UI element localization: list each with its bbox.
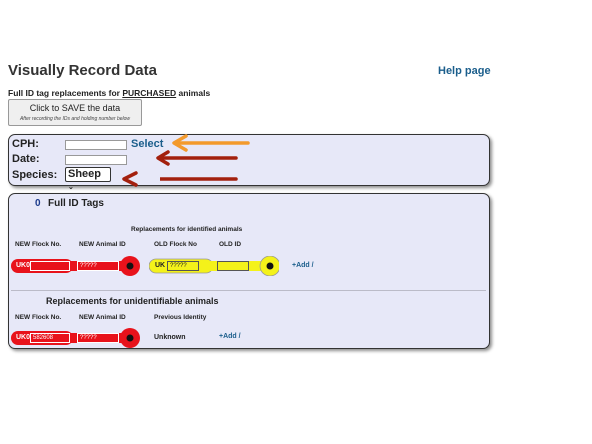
col-previous-identity: Previous Identity — [154, 314, 207, 321]
page-title: Visually Record Data — [8, 62, 157, 79]
tags-heading: Full ID Tags — [48, 198, 104, 209]
col-new-animal: NEW Animal ID — [79, 241, 126, 248]
col-new-animal-2: NEW Animal ID — [79, 314, 126, 321]
new-flock-input[interactable] — [30, 261, 70, 271]
section-divider — [11, 290, 486, 291]
species-select[interactable]: Sheep ⌄ — [65, 167, 111, 191]
identified-heading: Replacements for identified animals — [131, 226, 243, 233]
annotation-arrows — [160, 134, 250, 181]
new-flock-input-2[interactable]: 582608 — [30, 333, 70, 343]
date-input[interactable] — [65, 155, 127, 165]
new-animal-input-2[interactable]: ????? — [77, 333, 119, 343]
new-tag-unidentifiable: UK0 582608 ????? — [11, 328, 141, 348]
arrowhead-date-icon — [156, 150, 170, 166]
col-old-id: OLD ID — [219, 241, 242, 248]
full-id-tags-panel: 0 Full ID Tags Replacements for identifi… — [8, 193, 490, 349]
old-flock-input[interactable]: ????? — [167, 261, 199, 271]
save-button-hint: After recording the IDs and holding numb… — [19, 116, 131, 122]
subtitle-emphasis: PURCHASED — [122, 88, 177, 98]
cph-input[interactable] — [65, 140, 127, 150]
col-old-flock: OLD Flock No — [154, 241, 197, 248]
help-link[interactable]: Help page — [438, 65, 491, 77]
old-tag-prefix: UK — [155, 262, 166, 269]
species-selected: Sheep — [68, 168, 102, 180]
date-label: Date: — [12, 153, 40, 165]
new-tag-identified: UK0 ????? — [11, 256, 141, 276]
new-tag-prefix: UK0 — [16, 262, 31, 269]
arrowhead-species-icon — [122, 171, 138, 187]
arrow-heads — [122, 150, 170, 187]
chevron-down-icon: ⌄ — [68, 184, 74, 191]
unidentifiable-heading: Replacements for unidentifiable animals — [46, 296, 219, 306]
arrow-orange-icon — [172, 134, 250, 152]
save-button[interactable]: Click to SAVE the data After recording t… — [8, 99, 142, 126]
cph-label: CPH: — [12, 138, 39, 150]
page-subtitle: Full ID tag replacements for PURCHASED a… — [8, 88, 210, 98]
new-tag-prefix-2: UK0 — [16, 334, 31, 341]
add-identified-link[interactable]: +Add / — [292, 262, 314, 269]
save-button-label: Click to SAVE the data — [29, 103, 121, 113]
subtitle-text-end: animals — [176, 88, 211, 98]
subtitle-text: Full ID tag replacements for — [8, 88, 123, 98]
new-animal-input[interactable]: ????? — [77, 261, 119, 271]
old-id-input[interactable] — [217, 261, 249, 271]
old-tag-identified: UK ????? — [149, 256, 279, 276]
tag-count: 0 — [35, 198, 41, 209]
add-unidentifiable-link[interactable]: +Add / — [219, 333, 241, 340]
col-new-flock: NEW Flock No. — [15, 241, 62, 248]
species-label: Species: — [12, 169, 58, 181]
col-new-flock-2: NEW Flock No. — [15, 314, 62, 321]
cph-select-link[interactable]: Select — [131, 138, 163, 150]
previous-identity-value: Unknown — [154, 334, 186, 341]
